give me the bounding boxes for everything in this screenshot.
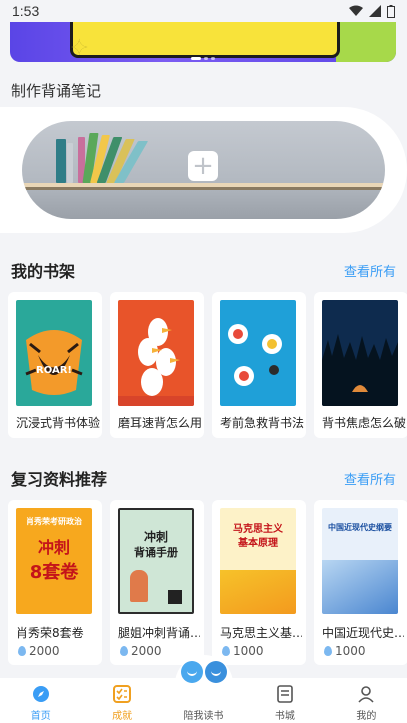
nav-item-home[interactable]: 首页 [0, 678, 81, 723]
nav-item-profile[interactable]: 我的 [326, 678, 407, 723]
pagination-dot [191, 57, 201, 60]
book-cover [220, 300, 296, 406]
star-icon: ✦ [70, 36, 89, 61]
profile-icon [356, 684, 376, 704]
book-cover: 肖秀荣考研政治 冲刺 8套卷 [16, 508, 92, 614]
recommend-card[interactable]: 中国近现代史纲要 中国近现代史… 1000 [314, 500, 407, 665]
nav-label: 成就 [112, 711, 133, 722]
geese-illustration [118, 318, 194, 406]
points-value: 1000 [324, 644, 366, 658]
status-icons [349, 4, 395, 18]
points-value: 2000 [18, 644, 60, 658]
promo-banner[interactable]: ✦ [10, 22, 396, 62]
water-drop-icon [222, 646, 230, 656]
nav-label: 首页 [30, 711, 51, 722]
recommend-see-all-link[interactable]: 查看所有 [344, 469, 396, 488]
buddy-face [205, 661, 227, 683]
shelf-book-card[interactable]: ROAR! 沉浸式背书体验 [8, 292, 102, 438]
recommend-section-title: 复习资料推荐 [11, 470, 108, 489]
cover-title-line: 冲刺 [143, 530, 168, 544]
reading-buddies-icon [181, 661, 227, 699]
nav-item-bookstore[interactable]: 书城 [244, 678, 325, 723]
pagination-dot [204, 57, 208, 60]
bookshelf-see-all-link[interactable]: 查看所有 [344, 261, 396, 280]
points-value: 2000 [120, 644, 162, 658]
cover-title-line: 8套卷 [29, 562, 79, 583]
points-value: 1000 [222, 644, 264, 658]
water-drop-icon [324, 646, 332, 656]
book-cover: 冲刺 背诵手册 [118, 508, 194, 614]
wifi-icon [349, 5, 363, 16]
tiger-illustration: ROAR! [25, 330, 83, 395]
book-title: 考前急救背书法 [220, 416, 304, 430]
compass-icon [31, 684, 51, 704]
book-cover [322, 300, 398, 406]
checklist-icon [112, 684, 132, 704]
book-cover: ROAR! [16, 300, 92, 406]
book-title: 马克思主义基… [220, 626, 302, 640]
banner-decoration [336, 22, 396, 62]
forest-illustration [322, 334, 398, 406]
water-drop-icon [18, 646, 26, 656]
book-cover: 中国近现代史纲要 [322, 508, 398, 614]
recommend-card[interactable]: 肖秀荣考研政治 冲刺 8套卷 肖秀荣8套卷 2000 [8, 500, 102, 665]
cover-swirl [322, 560, 398, 614]
cover-title-line: 肖秀荣考研政治 [26, 517, 82, 526]
book-store-icon [275, 684, 295, 704]
nav-label: 陪我读书 [183, 711, 224, 722]
recommend-card[interactable]: 马克思主义 基本原理 马克思主义基… 1000 [212, 500, 306, 665]
pagination-dot [211, 57, 215, 60]
points-text: 2000 [29, 644, 60, 658]
read-with-me-button[interactable] [175, 655, 233, 699]
nav-item-achievements[interactable]: 成就 [81, 678, 162, 723]
cover-title-line: 中国近现代史纲要 [328, 523, 392, 532]
dinner-table-illustration [228, 324, 282, 386]
book-title: 肖秀荣8套卷 [16, 626, 84, 640]
signal-icon [369, 5, 381, 17]
banner-graphic [70, 22, 340, 58]
add-note-button[interactable]: + [188, 151, 218, 181]
recommend-card[interactable]: 冲刺 背诵手册 腿姐冲刺背诵… 2000 [110, 500, 204, 665]
status-time: 1:53 [12, 3, 40, 19]
points-text: 1000 [233, 644, 264, 658]
buddy-face [181, 661, 203, 683]
cover-title-line: 冲刺 [37, 538, 70, 557]
book-cover [118, 300, 194, 406]
status-bar: 1:53 [0, 0, 407, 22]
nav-label: 书城 [274, 711, 295, 722]
book-title: 中国近现代史… [322, 626, 404, 640]
water-drop-icon [120, 646, 128, 656]
cover-title-line: 马克思主义 [233, 524, 283, 535]
cover-figure [130, 570, 148, 602]
shelf-book-card[interactable]: 考前急救背书法 [212, 292, 306, 438]
points-text: 1000 [335, 644, 366, 658]
book-title: 背书焦虑怎么破 [322, 416, 406, 430]
banner-pagination [191, 57, 215, 60]
shelf-book [67, 143, 73, 183]
book-title: 腿姐冲刺背诵… [118, 626, 200, 640]
shelf-book-card[interactable]: 磨耳速背怎么用 [110, 292, 204, 438]
notes-section-title: 制作背诵笔记 [11, 82, 102, 100]
cover-swirl [220, 570, 296, 614]
book-cover: 马克思主义 基本原理 [220, 508, 296, 614]
points-text: 2000 [131, 644, 162, 658]
book-title: 磨耳速背怎么用 [118, 416, 202, 430]
qr-code-icon [168, 590, 182, 604]
nav-label: 我的 [356, 711, 377, 722]
battery-icon [387, 4, 395, 18]
cover-text: ROAR! [36, 365, 72, 376]
shelf-board-edge [22, 187, 385, 190]
cover-title-line: 背诵手册 [134, 546, 178, 559]
shelf-book [56, 139, 66, 183]
book-title: 沉浸式背书体验 [16, 416, 100, 430]
bookshelf-section-title: 我的书架 [11, 262, 76, 281]
cover-title-line: 基本原理 [238, 538, 278, 549]
shelf-book-card[interactable]: 背书焦虑怎么破 [314, 292, 407, 438]
